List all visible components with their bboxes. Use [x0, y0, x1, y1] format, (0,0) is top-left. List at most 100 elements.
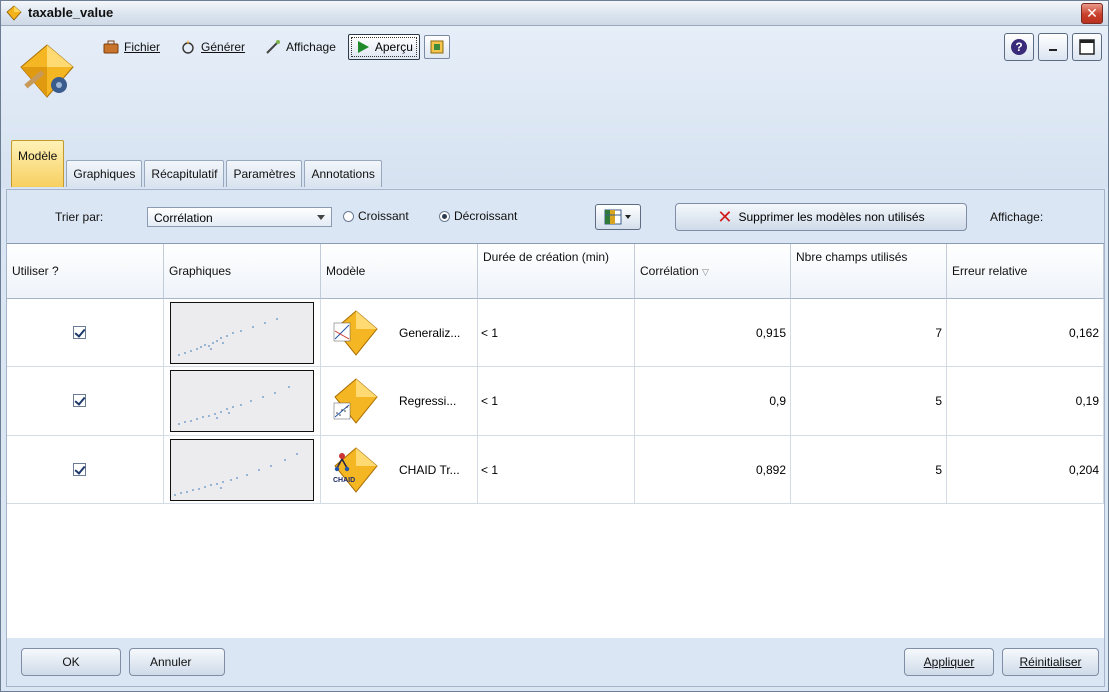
sort-label: Trier par:	[55, 210, 104, 224]
export-icon	[430, 40, 444, 54]
graph-cell	[164, 367, 321, 436]
fields-cell: 7	[791, 299, 947, 367]
help-button[interactable]: ?	[1004, 33, 1034, 61]
fields-cell: 5	[791, 367, 947, 436]
window-tools: ?	[1004, 33, 1102, 61]
apply-label: Appliquer	[923, 655, 975, 669]
fichier-label: Fichier	[124, 40, 161, 54]
sort-bar: Trier par: Corrélation Croissant Décrois…	[7, 190, 1104, 244]
graph-cell	[164, 436, 321, 504]
table-row	[7, 367, 164, 436]
tab-recapitulatif[interactable]: Récapitulatif	[144, 160, 225, 187]
reset-button[interactable]: Réinitialiser	[1002, 648, 1099, 676]
model-nugget-large-icon	[20, 44, 74, 98]
table-row	[7, 299, 164, 367]
ok-button[interactable]: OK	[21, 648, 121, 676]
scatter-thumbnail[interactable]	[170, 302, 314, 364]
delete-unused-models-button[interactable]: ✕ Supprimer les modèles non utilisés	[675, 203, 967, 231]
use-checkbox[interactable]	[73, 326, 86, 339]
duration-cell: < 1	[478, 436, 635, 504]
cancel-button[interactable]: Annuler	[129, 648, 225, 676]
play-icon	[357, 41, 369, 53]
tab-parametres[interactable]: Paramètres	[226, 160, 303, 187]
graph-cell	[164, 299, 321, 367]
sort-desc-icon: ▽	[702, 267, 709, 277]
header-duration[interactable]: Durée de création (min)	[478, 244, 635, 299]
model-nugget-icon	[6, 5, 22, 21]
correlation-cell: 0,892	[635, 436, 791, 504]
generalized-linear-model-icon	[333, 310, 378, 356]
reset-label: Réinitialiser	[1019, 655, 1082, 669]
tab-modele[interactable]: Modèle	[11, 140, 65, 187]
model-name: Regressi...	[399, 394, 457, 408]
regression-model-icon	[333, 378, 378, 424]
minimize-button[interactable]	[1038, 33, 1068, 61]
apercu-button[interactable]: Aperçu	[347, 34, 420, 60]
maximize-button[interactable]	[1072, 33, 1102, 61]
header-correlation-label: Corrélation	[640, 264, 699, 278]
model-panel: Trier par: Corrélation Croissant Décrois…	[6, 189, 1105, 687]
tab-graphiques[interactable]: Graphiques	[66, 160, 143, 187]
model-cell: CHAID CHAID Tr...	[321, 436, 478, 504]
descending-label: Décroissant	[454, 209, 518, 223]
descending-radio[interactable]	[439, 211, 450, 222]
chaid-tree-model-icon: CHAID	[333, 447, 378, 493]
header-model[interactable]: Modèle	[321, 244, 478, 299]
main-toolbar: Fichier Générer Affichage Aperçu	[95, 34, 450, 60]
sort-select-value: Corrélation	[154, 211, 213, 225]
table-row	[7, 436, 164, 504]
generer-menu[interactable]: Générer	[172, 37, 253, 57]
header-use[interactable]: Utiliser ?	[7, 244, 164, 299]
svg-text:?: ?	[1015, 40, 1022, 54]
duration-cell: < 1	[478, 299, 635, 367]
affichage-label: Affichage	[286, 40, 336, 54]
apply-button[interactable]: Appliquer	[904, 648, 994, 676]
error-cell: 0,19	[947, 367, 1104, 436]
header-area: Fichier Générer Affichage Aperçu ? Modèl…	[1, 26, 1108, 188]
chaid-icon-label: CHAID	[333, 477, 355, 484]
minimize-icon	[1049, 49, 1057, 51]
columns-button[interactable]	[595, 204, 641, 230]
header-error[interactable]: Erreur relative	[947, 244, 1104, 299]
use-checkbox[interactable]	[73, 394, 86, 407]
model-cell: Regressi...	[321, 367, 478, 436]
delete-unused-label: Supprimer les modèles non utilisés	[738, 210, 925, 224]
export-button[interactable]	[423, 35, 450, 59]
fields-cell: 5	[791, 436, 947, 504]
window-title: taxable_value	[28, 5, 114, 20]
duration-cell: < 1	[478, 367, 635, 436]
correlation-cell: 0,9	[635, 367, 791, 436]
model-window: taxable_value ✕ Fichier Générer Affichag…	[0, 0, 1109, 692]
error-cell: 0,162	[947, 299, 1104, 367]
maximize-icon	[1079, 39, 1095, 55]
view-label: Affichage:	[990, 210, 1044, 224]
generer-label: Générer	[201, 40, 246, 54]
affichage-menu[interactable]: Affichage	[257, 37, 344, 57]
use-checkbox[interactable]	[73, 463, 86, 476]
model-name: CHAID Tr...	[399, 463, 460, 477]
header-fields[interactable]: Nbre champs utilisés	[791, 244, 947, 299]
columns-icon	[604, 209, 631, 225]
wand-icon	[266, 40, 281, 54]
apercu-label: Aperçu	[374, 40, 413, 54]
header-graphs[interactable]: Graphiques	[164, 244, 321, 299]
delete-icon: ✕	[717, 207, 733, 227]
help-icon: ?	[1011, 39, 1027, 55]
correlation-cell: 0,915	[635, 299, 791, 367]
scatter-thumbnail[interactable]	[170, 370, 314, 432]
tab-strip: Modèle Graphiques Récapitulatif Paramètr…	[11, 140, 384, 187]
ascending-radio[interactable]	[343, 211, 354, 222]
scatter-thumbnail[interactable]	[170, 439, 314, 501]
title-bar: taxable_value ✕	[1, 1, 1108, 26]
chevron-down-icon	[317, 215, 325, 220]
fichier-menu[interactable]: Fichier	[95, 37, 168, 57]
dialog-buttons: OK Annuler Appliquer Réinitialiser	[7, 638, 1104, 686]
model-cell: Generaliz...	[321, 299, 478, 367]
models-table: Utiliser ? Graphiques Modèle Durée de cr…	[7, 243, 1104, 639]
error-cell: 0,204	[947, 436, 1104, 504]
tab-annotations[interactable]: Annotations	[304, 160, 382, 187]
ascending-label: Croissant	[358, 209, 409, 223]
header-correlation[interactable]: Corrélation ▽	[635, 244, 791, 299]
sort-select[interactable]: Corrélation	[147, 207, 332, 227]
close-button[interactable]: ✕	[1081, 3, 1103, 24]
